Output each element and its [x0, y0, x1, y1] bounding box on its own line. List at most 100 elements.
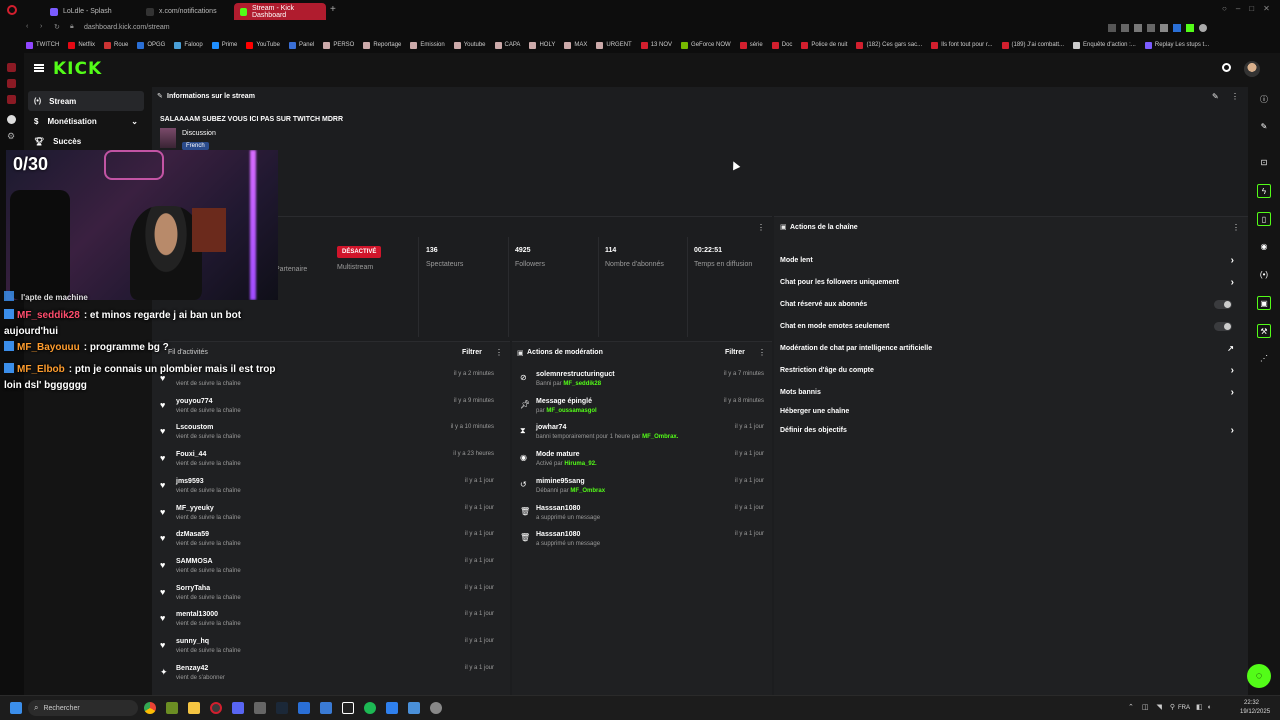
clock-time[interactable]: 22:32 [1244, 700, 1259, 706]
category-name[interactable]: Discussion [182, 130, 216, 137]
bookmark-item[interactable]: OPGG [137, 41, 165, 49]
tab-kick-dashboard[interactable]: Stream - Kick Dashboard [234, 3, 326, 20]
bookmark-item[interactable]: Faloop [174, 41, 203, 49]
bookmark-item[interactable]: 13 NOV [640, 41, 672, 49]
tab-x-notifications[interactable]: x.com/notifications [140, 3, 235, 20]
camera-icon[interactable]: ⊡ [1257, 156, 1271, 170]
settings-app-icon[interactable] [430, 702, 442, 714]
clock-date[interactable]: 19/12/2025 [1240, 709, 1270, 715]
activity-item[interactable]: ♥ dzMasa59 vient de suivre la chaîne il … [152, 528, 502, 554]
edit-icon[interactable]: ✎ [1257, 120, 1271, 134]
app-icon[interactable] [254, 702, 266, 714]
moderation-item[interactable]: 🗑︎ Hasssan1080 a supprimé un message il … [512, 502, 772, 528]
extension-icons[interactable] [1108, 24, 1207, 32]
bookmark-item[interactable]: HOLY [529, 41, 555, 49]
network-volume-icons[interactable]: ◧◐ [1196, 703, 1217, 711]
moderation-item[interactable]: 🗑︎ Hasssan1080 a supprimé un message il … [512, 528, 772, 554]
channel-action-item[interactable]: Mode lent › [780, 249, 1242, 271]
system-tray[interactable]: ⌃◫◥⚲ [1128, 703, 1183, 711]
toggle-switch[interactable] [1214, 299, 1232, 309]
category-thumbnail[interactable] [160, 128, 176, 148]
activity-username[interactable]: Fouxi_44 [176, 451, 206, 458]
opera-logo-icon[interactable] [7, 5, 17, 15]
channel-action-item[interactable]: Chat réservé aux abonnés [780, 293, 1242, 315]
moderation-item[interactable]: 📌︎ Message épinglé par MF_oussamasgol il… [512, 395, 772, 421]
window-controls[interactable]: ○–□✕ [1222, 4, 1279, 13]
activity-item[interactable]: ♥ SAMMOSA vient de suivre la chaîne il y… [152, 555, 502, 581]
capcut-app-icon[interactable] [342, 702, 354, 714]
moderator-name[interactable]: MF_Ombrax [570, 488, 605, 494]
bookmark-item[interactable]: Youtube [453, 41, 486, 49]
bookmark-item[interactable]: (189) J'ai combatt... [1001, 41, 1064, 49]
activity-username[interactable]: MF_yyeuky [176, 505, 214, 512]
help-chat-button[interactable]: ◌ [1247, 664, 1271, 688]
sidebar-app-icon[interactable] [7, 115, 16, 124]
app-icon[interactable] [408, 702, 420, 714]
sidebar-item-succes[interactable]: 🏆︎ Succès [28, 131, 144, 151]
app-icon[interactable] [166, 702, 178, 714]
channel-action-item[interactable]: Restriction d'âge du compte › [780, 359, 1242, 381]
moderator-name[interactable]: MF_oussamasgol [546, 408, 596, 414]
bookmark-item[interactable]: Enquête d'action :... [1073, 41, 1136, 49]
forward-icon[interactable]: › [40, 23, 42, 30]
bookmark-item[interactable]: Ils font tout pour r... [931, 41, 993, 49]
activity-item[interactable]: ♥ Fouxi_44 vient de suivre la chaîne il … [152, 448, 502, 474]
share-icon[interactable]: ⋰ [1257, 352, 1271, 366]
bookmark-item[interactable]: YouTube [246, 41, 280, 49]
bookmark-item[interactable]: Emission [410, 41, 445, 49]
activity-item[interactable]: ✦ Benzay42 vient de s'abonner il y a 1 j… [152, 662, 502, 688]
bookmark-item[interactable]: série [739, 41, 763, 49]
avatar[interactable] [1244, 61, 1260, 77]
bookmark-item[interactable]: MAX [564, 41, 587, 49]
moderation-target[interactable]: Mode mature [536, 451, 580, 458]
phone-icon[interactable]: ▯ [1257, 212, 1271, 226]
channel-actions-more-icon[interactable]: ⋮ [1232, 223, 1240, 232]
moderation-more-icon[interactable]: ⋮ [758, 348, 766, 357]
chat-icon[interactable]: ◉ [1257, 240, 1271, 254]
activity-username[interactable]: SorryTaha [176, 585, 210, 592]
sidebar-item-monetisation[interactable]: $ Monétisation ⌄ [28, 111, 144, 131]
activity-username[interactable]: mental13000 [176, 611, 218, 618]
search-icon[interactable] [1222, 63, 1231, 72]
taskbar-search-box[interactable]: ⌕ Rechercher [28, 700, 138, 716]
activity-username[interactable]: sunny_hq [176, 638, 209, 645]
moderator-name[interactable]: Hiruma_92. [564, 461, 596, 467]
app-icon[interactable] [386, 702, 398, 714]
activity-username[interactable]: Lscoustom [176, 424, 213, 431]
bookmark-item[interactable]: Netflix [68, 41, 95, 49]
bookmark-item[interactable]: URGENT [596, 41, 632, 49]
bookmark-item[interactable]: Reportage [363, 41, 401, 49]
activity-username[interactable]: youyou774 [176, 398, 213, 405]
sidebar-item-stream[interactable]: (•) Stream [28, 91, 144, 111]
bookmark-item[interactable]: Roue [104, 41, 128, 49]
moderation-item[interactable]: ⊘ solemnrestructuringuct Banni par MF_se… [512, 368, 772, 394]
activity-item[interactable]: ♥ jms9593 vient de suivre la chaîne il y… [152, 475, 502, 501]
stats-more-icon[interactable]: ⋮ [757, 223, 765, 232]
moderation-target[interactable]: mimine95sang [536, 478, 585, 485]
moderation-filter-button[interactable]: Filtrer [725, 349, 745, 356]
activity-item[interactable]: ♥ MF_yyeuky vient de suivre la chaîne il… [152, 502, 502, 528]
moderator-name[interactable]: MF_seddik28 [563, 381, 601, 387]
activity-filter-button[interactable]: Filtrer [462, 349, 482, 356]
moderation-rail-icon[interactable]: ▣ [1257, 296, 1271, 310]
moderation-target[interactable]: Message épinglé [536, 398, 592, 405]
channel-action-item[interactable]: Chat pour les followers uniquement › [780, 271, 1242, 293]
app-icon[interactable] [320, 702, 332, 714]
bookmark-item[interactable]: TWITCH [26, 41, 59, 49]
activity-username[interactable]: Benzay42 [176, 665, 208, 672]
bookmark-item[interactable]: Replay Les stups t... [1144, 41, 1209, 49]
sidebar-app-icon[interactable] [7, 95, 16, 104]
file-explorer-icon[interactable] [188, 702, 200, 714]
moderation-target[interactable]: jowhar74 [536, 424, 566, 431]
multistream-status-badge[interactable]: DÉSACTIVÉ [337, 246, 382, 258]
activity-item[interactable]: ♥ Lscoustom vient de suivre la chaîne il… [152, 421, 502, 447]
input-language[interactable]: FRA [1178, 705, 1190, 711]
kick-logo[interactable]: KICK [53, 59, 102, 79]
discord-app-icon[interactable] [232, 702, 244, 714]
broadcast-icon[interactable]: (•) [1257, 268, 1271, 282]
activity-username[interactable]: dzMasa59 [176, 531, 209, 538]
bookmark-item[interactable]: Police de nuit [801, 41, 847, 49]
channel-action-item[interactable]: Modération de chat par intelligence arti… [780, 337, 1242, 359]
bookmark-item[interactable]: Panel [288, 41, 314, 49]
bolt-icon[interactable]: ϟ [1257, 184, 1271, 198]
